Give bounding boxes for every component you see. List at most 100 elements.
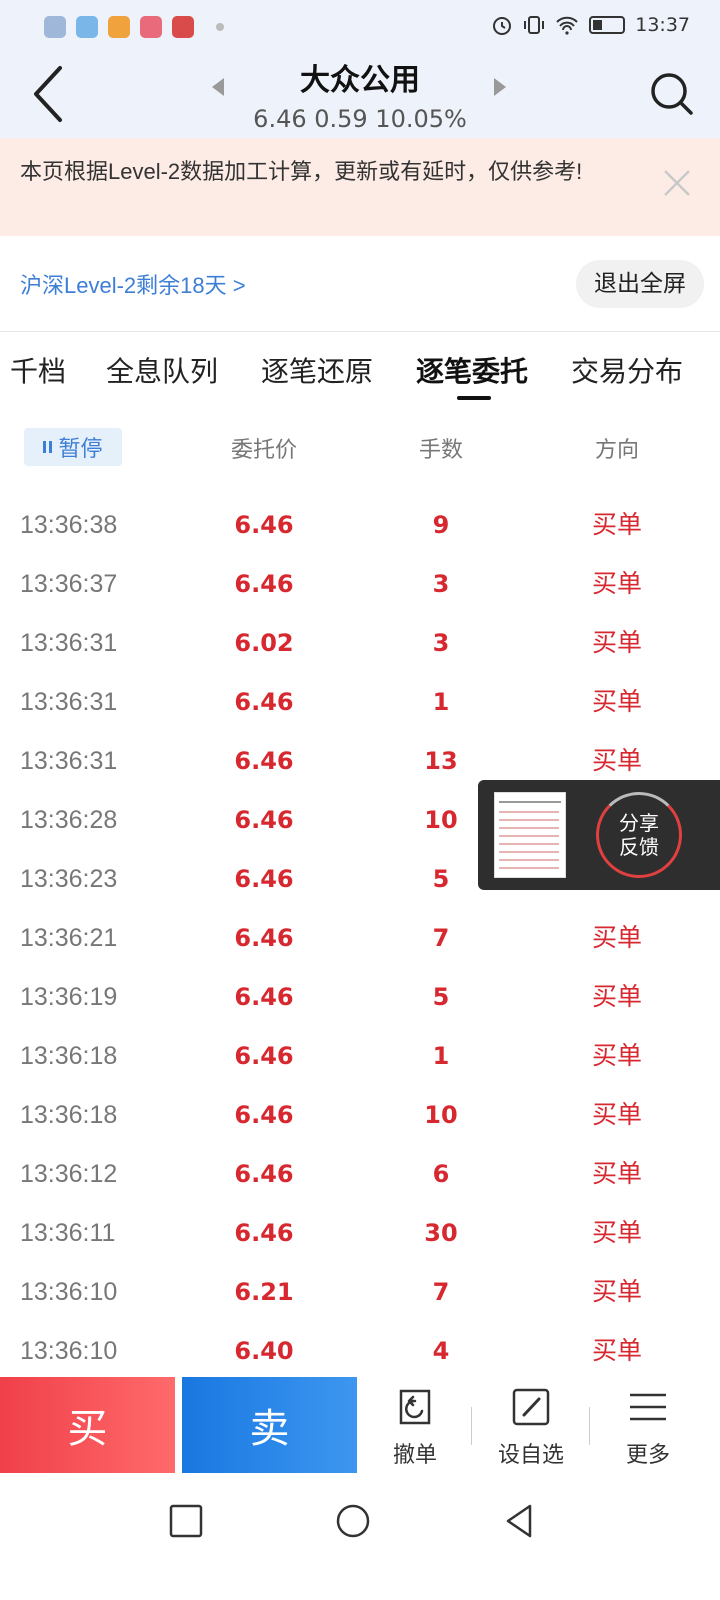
order-time: 13:36:37 [20, 570, 118, 598]
order-quantity: 6 [432, 1160, 450, 1188]
buy-button[interactable]: 买 [0, 1377, 175, 1473]
order-price: 6.46 [234, 511, 294, 539]
sell-button[interactable]: 卖 [182, 1377, 357, 1473]
system-navigation-bar [0, 1473, 720, 1600]
order-time: 13:36:23 [20, 865, 118, 893]
alarm-icon [493, 17, 512, 35]
level2-subscription-row: 沪深Level-2剩余18天 > 退出全屏 [0, 236, 720, 332]
order-row: 13:36:31 6.02 3 买单 [0, 614, 720, 673]
order-price: 6.46 [234, 865, 294, 893]
order-quantity: 9 [432, 511, 450, 539]
share-label: 分享 [619, 811, 659, 835]
cancel-order-button[interactable]: 撤单 [360, 1387, 470, 1469]
feedback-label: 反馈 [619, 835, 659, 859]
order-time: 13:36:31 [20, 747, 118, 775]
app-notification-icon [44, 16, 66, 38]
order-direction: 买单 [591, 1100, 642, 1129]
notification-icons [44, 16, 224, 38]
add-watchlist-button[interactable]: 设自选 [476, 1387, 586, 1469]
home-icon[interactable] [333, 1501, 373, 1541]
order-quantity: 3 [432, 629, 450, 657]
order-price: 6.46 [234, 570, 294, 598]
tab-tick-restore[interactable]: 逐笔还原 [261, 350, 373, 390]
add-watchlist-label: 设自选 [497, 1443, 564, 1468]
order-direction: 买单 [591, 569, 642, 598]
exit-fullscreen-button[interactable]: 退出全屏 [576, 260, 704, 308]
cancel-order-label: 撤单 [392, 1443, 437, 1468]
order-time: 13:36:31 [20, 688, 118, 716]
notice-close-button[interactable] [662, 168, 692, 198]
order-price: 6.02 [234, 629, 294, 657]
order-price: 6.40 [234, 1337, 294, 1365]
stock-quote: 6.46 0.59 10.05% [253, 105, 467, 133]
order-quantity: 13 [424, 747, 458, 775]
order-direction: 买单 [591, 628, 642, 657]
thumb-line [499, 827, 559, 829]
screenshot-thumbnail [494, 792, 566, 878]
order-row: 13:36:11 6.46 30 买单 [0, 1204, 720, 1263]
order-direction: 买单 [591, 1159, 642, 1188]
thumb-line [499, 835, 559, 837]
order-time: 13:36:10 [20, 1337, 118, 1365]
thumb-line [499, 819, 559, 821]
thumb-line [499, 867, 559, 869]
menu-icon [630, 1393, 666, 1421]
back-nav-icon[interactable] [500, 1501, 540, 1541]
share-feedback-float[interactable]: 分享 反馈 [478, 780, 720, 890]
share-feedback-button[interactable]: 分享 反馈 [596, 792, 682, 878]
tab-quanxi-queue[interactable]: 全息队列 [106, 350, 218, 390]
order-direction: 买单 [591, 1277, 642, 1306]
pause-icon [43, 441, 53, 453]
pause-label: 暂停 [58, 437, 103, 462]
order-time: 13:36:31 [20, 629, 118, 657]
tab-tick-orders[interactable]: 逐笔委托 [416, 350, 528, 390]
order-direction: 买单 [591, 1041, 642, 1070]
column-direction: 方向 [594, 438, 639, 463]
active-tab-indicator [457, 396, 491, 400]
tab-trade-distribution[interactable]: 交易分布 [571, 350, 683, 390]
order-row: 13:36:21 6.46 7 买单 [0, 909, 720, 968]
more-button[interactable]: 更多 [593, 1387, 703, 1469]
thumb-line [499, 801, 561, 803]
more-label: 更多 [625, 1443, 670, 1468]
thumb-line [499, 811, 559, 813]
trade-action-bar: 买 卖 撤单 设自选 更多 [0, 1377, 720, 1473]
order-price: 6.46 [234, 1219, 294, 1247]
wifi-icon [556, 16, 578, 35]
thumb-line [499, 859, 559, 861]
pause-button[interactable]: 暂停 [24, 428, 122, 466]
order-time: 13:36:38 [20, 511, 118, 539]
order-row: 13:36:19 6.46 5 买单 [0, 968, 720, 1027]
order-quantity: 1 [432, 688, 450, 716]
order-time: 13:36:28 [20, 806, 118, 834]
tab-qiandang[interactable]: 千档 [10, 350, 66, 390]
order-time: 13:36:21 [20, 924, 118, 952]
order-time: 13:36:10 [20, 1278, 118, 1306]
order-price: 6.46 [234, 688, 294, 716]
column-quantity: 手数 [418, 438, 463, 463]
recent-apps-icon[interactable] [166, 1501, 206, 1541]
order-quantity: 3 [432, 570, 450, 598]
app-notification-icon [140, 16, 162, 38]
order-direction: 买单 [591, 1336, 642, 1365]
title-block: 大众公用 6.46 0.59 10.05% [0, 58, 720, 136]
level2-remaining-link[interactable]: 沪深Level-2剩余18天 > [20, 268, 246, 300]
header: 大众公用 6.46 0.59 10.05% [0, 58, 720, 138]
search-button[interactable] [646, 68, 698, 120]
order-time: 13:36:11 [20, 1219, 116, 1247]
order-price: 6.46 [234, 747, 294, 775]
order-quantity: 30 [424, 1219, 458, 1247]
app-notification-icon [76, 16, 98, 38]
order-row: 13:36:37 6.46 3 买单 [0, 555, 720, 614]
status-bar: 13:37 [0, 0, 720, 58]
order-direction: 买单 [591, 746, 642, 775]
order-row: 13:36:18 6.46 10 买单 [0, 1086, 720, 1145]
order-time: 13:36:18 [20, 1042, 118, 1070]
column-header: 暂停 委托价 手数 方向 [0, 414, 720, 478]
stock-name: 大众公用 [300, 63, 420, 98]
order-quantity: 10 [424, 1101, 458, 1129]
cancel-order-icon [399, 1389, 431, 1425]
next-stock-arrow-icon[interactable] [494, 78, 506, 96]
order-time: 13:36:18 [20, 1101, 118, 1129]
order-quantity: 1 [432, 1042, 450, 1070]
